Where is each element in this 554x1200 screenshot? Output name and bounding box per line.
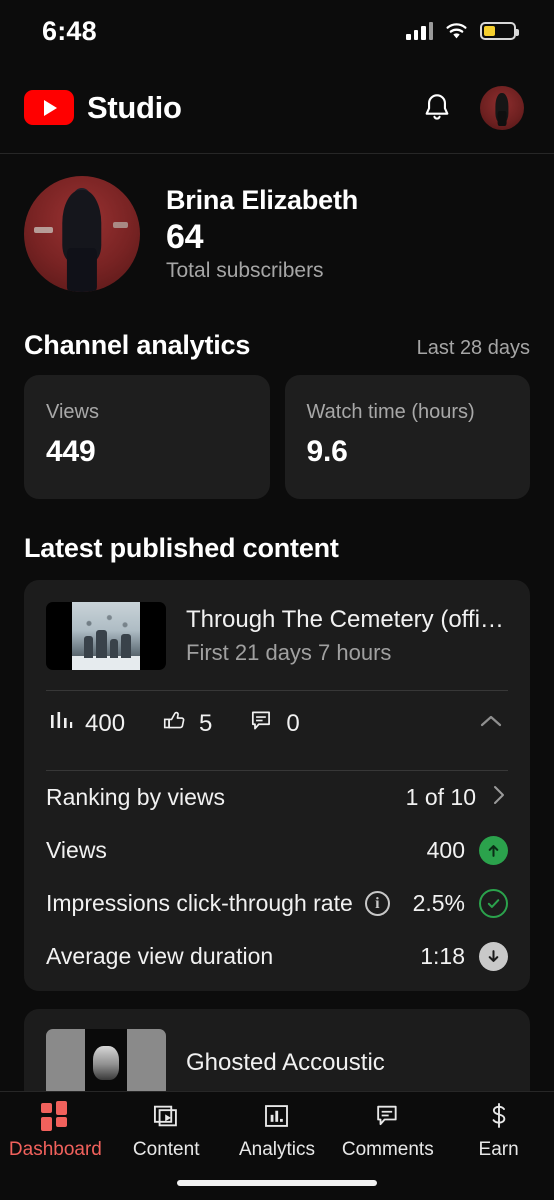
video-header[interactable]: Through The Cemetery (official... First … [46,602,508,676]
analytics-title: Channel analytics [24,330,251,360]
metric-label: Views [46,837,107,863]
channel-name: Brina Elizabeth [166,184,359,215]
subscriber-count: 64 [166,217,204,256]
status-icons [406,22,519,40]
metric-value: 1 of 10 [405,784,476,810]
status-time: 6:48 [42,15,97,46]
latest-content-title: Latest published content [24,533,339,563]
comment-icon [372,1101,404,1131]
nav-item-comments[interactable]: Comments [332,1101,443,1161]
status-bar: 6:48 [0,0,554,62]
video-subtitle: First 21 days 7 hours [186,640,392,665]
metric-value: 400 [426,837,465,863]
check-badge [479,889,508,918]
bar-chart-icon [261,1101,293,1131]
video-thumbnail [46,602,166,670]
stat-value: 9.6 [306,435,348,468]
nav-label: Earn [478,1139,519,1160]
bottom-navigation: Dashboard Content Analytics Comments Ear… [0,1091,554,1200]
engagement-likes[interactable]: 5 [161,708,212,739]
app-title: Studio [87,89,182,125]
nav-label: Analytics [238,1139,315,1160]
grid-dashboard-icon [39,1101,71,1131]
video-card-primary[interactable]: Through The Cemetery (official... First … [24,580,530,991]
video-thumbnail [46,1029,166,1097]
wifi-icon [444,22,469,40]
comment-icon [248,708,275,739]
metric-row-views[interactable]: Views 400 [46,824,508,877]
metric-value: 2.5% [412,890,465,916]
engagement-comments[interactable]: 0 [248,708,300,739]
engagement-value: 400 [85,709,126,737]
nav-label: Dashboard [8,1139,102,1160]
nav-item-content[interactable]: Content [111,1101,222,1161]
nav-item-earn[interactable]: Earn [443,1101,554,1161]
thumbs-up-icon [161,708,188,739]
app-brand: Studio [24,90,182,126]
chevron-up-icon[interactable] [476,711,506,736]
metric-row-avg-duration[interactable]: Average view duration 1:18 [46,930,508,983]
dollar-icon [483,1101,515,1131]
metric-label: Impressions click-through rate [46,890,353,916]
app-bar: Studio [0,62,554,154]
engagement-value: 5 [199,709,213,737]
stat-value: 449 [46,435,96,468]
video-engagement-row: 400 5 0 [46,691,508,756]
info-icon[interactable]: i [364,891,390,916]
stat-label: Views [46,401,99,423]
dashboard-content: Brina Elizabeth 64 Total subscribers Cha… [0,154,554,1117]
nav-label: Comments [341,1139,434,1160]
account-avatar[interactable] [480,85,524,130]
analytics-period: Last 28 days [416,337,530,359]
engagement-value: 0 [286,709,300,737]
metric-row-ctr[interactable]: Impressions click-through rate i 2.5% [46,877,508,930]
subscriber-label: Total subscribers [166,259,324,283]
nav-item-dashboard[interactable]: Dashboard [0,1101,111,1161]
nav-label: Content [132,1139,200,1160]
metric-label: Average view duration [46,943,274,969]
chevron-right-icon[interactable] [490,782,508,813]
channel-avatar[interactable] [24,176,140,292]
nav-item-analytics[interactable]: Analytics [222,1101,333,1161]
video-title: Through The Cemetery (official... [186,606,508,633]
stat-card-views[interactable]: Views 449 [24,375,270,499]
channel-summary[interactable]: Brina Elizabeth 64 Total subscribers [24,154,530,310]
analytics-cards: Views 449 Watch time (hours) 9.6 [24,375,530,499]
metric-value: 1:18 [420,943,465,969]
video-title: Ghosted Accoustic [186,1049,385,1076]
battery-icon [480,22,519,40]
app-screen: 6:48 Studio Brina Elizabeth 64 Total sub… [0,0,554,1200]
youtube-logo-icon [24,90,74,125]
stat-card-watch-time[interactable]: Watch time (hours) 9.6 [284,375,530,499]
stat-label: Watch time (hours) [306,401,475,423]
metric-row-ranking[interactable]: Ranking by views 1 of 10 [46,771,508,824]
bar-chart-icon [48,709,74,738]
home-indicator [177,1180,377,1186]
video-stack-icon [150,1101,182,1131]
cellular-signal-icon [406,22,433,40]
metric-label: Ranking by views [46,784,225,810]
analytics-header: Channel analytics Last 28 days [24,310,530,375]
arrow-down-badge [479,942,508,971]
engagement-views[interactable]: 400 [48,709,125,738]
arrow-up-badge [479,836,508,865]
bell-icon[interactable] [420,91,454,125]
